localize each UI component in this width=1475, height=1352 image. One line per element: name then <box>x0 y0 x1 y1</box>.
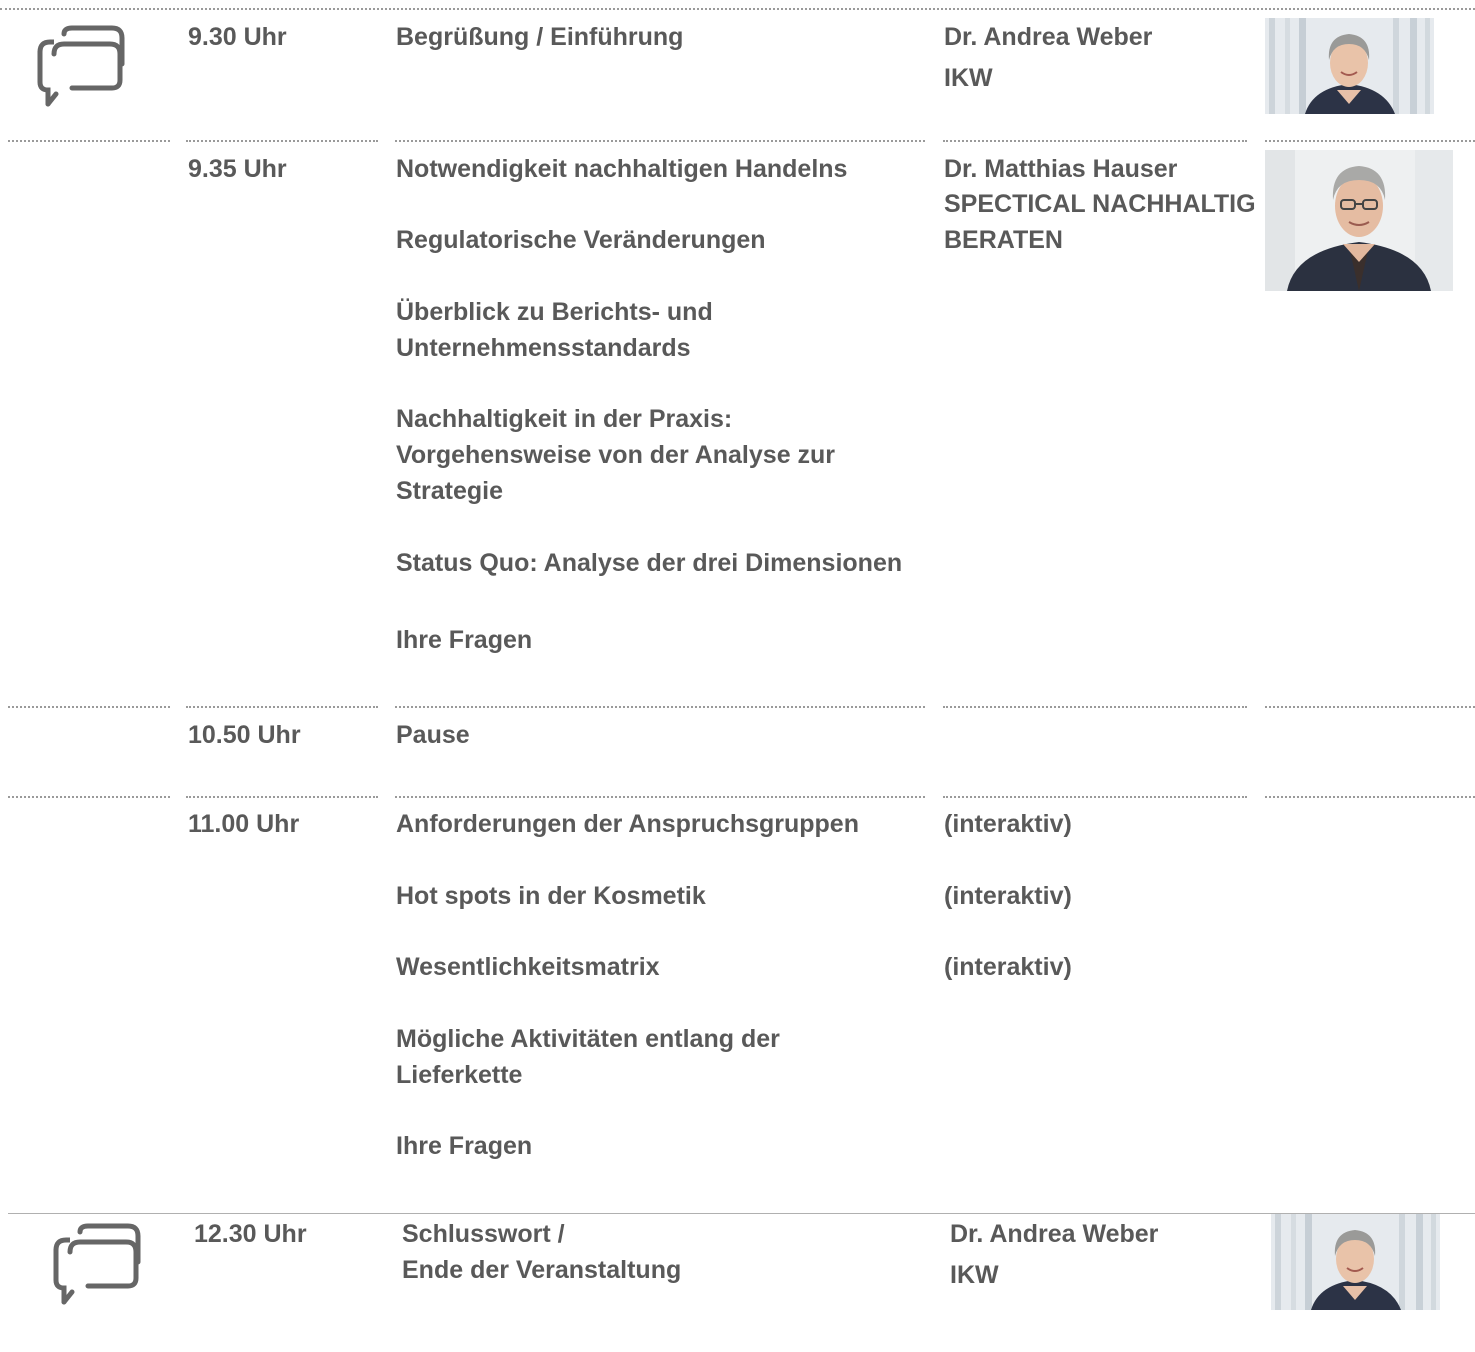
closing-divider <box>8 1213 1475 1214</box>
session-3-topic: Pause <box>396 721 470 749</box>
session-4-topic-1: Anforderungen der Anspruchsgruppen <box>396 810 859 838</box>
session-5-topic-line-2: Ende der Veranstaltung <box>402 1256 682 1284</box>
session-2-org-line-1: SPECTICAL NACHHALTIG <box>944 190 1256 218</box>
divider-col-speaker <box>943 796 1247 798</box>
session-2-topic-2: Regulatorische Veränderungen <box>396 226 766 254</box>
divider-col-icon <box>8 796 170 798</box>
chat-bubbles-icon <box>34 24 126 108</box>
divider-col-time <box>186 140 378 142</box>
session-2-topic-4-line-3: Strategie <box>396 477 503 505</box>
session-4-topic-3: Wesentlichkeitsmatrix <box>396 953 660 981</box>
speaker-photo-andrea-weber <box>1271 1214 1440 1310</box>
top-divider <box>0 8 1475 10</box>
session-1-speaker: Dr. Andrea Weber <box>944 23 1153 51</box>
chat-bubbles-icon <box>50 1222 142 1306</box>
session-4-note-1: (interaktiv) <box>944 810 1072 838</box>
session-2-topic-6: Ihre Fragen <box>396 626 533 654</box>
session-1-topic: Begrüßung / Einführung <box>396 23 684 51</box>
divider-col-photo <box>1265 796 1475 798</box>
session-5-speaker: Dr. Andrea Weber <box>950 1220 1159 1248</box>
session-2-topic-1: Notwendigkeit nachhaltigen Handelns <box>396 155 848 183</box>
session-4-topic-5: Ihre Fragen <box>396 1132 533 1160</box>
session-4-topic-4-line-1: Mögliche Aktivitäten entlang der <box>396 1025 780 1053</box>
session-2-speaker: Dr. Matthias Hauser <box>944 155 1178 183</box>
session-5-topic-line-1: Schlusswort / <box>402 1220 565 1248</box>
session-2-time: 9.35 Uhr <box>188 155 287 183</box>
divider-col-topic <box>395 796 925 798</box>
divider-col-photo <box>1265 140 1475 142</box>
session-3-time: 10.50 Uhr <box>188 721 301 749</box>
session-4-topic-2: Hot spots in der Kosmetik <box>396 882 706 910</box>
speaker-photo-andrea-weber <box>1265 18 1434 114</box>
session-1-time: 9.30 Uhr <box>188 23 287 51</box>
divider-col-speaker <box>943 140 1247 142</box>
session-5-org: IKW <box>950 1261 999 1289</box>
speaker-photo-matthias-hauser <box>1265 150 1453 291</box>
session-2-topic-5: Status Quo: Analyse der drei Dimensionen <box>396 549 903 577</box>
divider-col-speaker <box>943 706 1247 708</box>
divider-col-topic <box>395 706 925 708</box>
divider-col-photo <box>1265 706 1475 708</box>
session-2-topic-4-line-1: Nachhaltigkeit in der Praxis: <box>396 405 733 433</box>
session-1-org: IKW <box>944 64 993 92</box>
divider-col-icon <box>8 140 170 142</box>
divider-col-topic <box>395 140 925 142</box>
divider-col-time <box>186 796 378 798</box>
session-4-note-2: (interaktiv) <box>944 882 1072 910</box>
session-4-topic-4-line-2: Lieferkette <box>396 1061 523 1089</box>
session-2-topic-3-line-2: Unternehmensstandards <box>396 334 691 362</box>
session-2-topic-4-line-2: Vorgehensweise von der Analyse zur <box>396 441 836 469</box>
session-4-time: 11.00 Uhr <box>188 810 300 838</box>
session-2-topic-3-line-1: Überblick zu Berichts- und <box>396 298 713 326</box>
divider-col-icon <box>8 706 170 708</box>
session-5-time: 12.30 Uhr <box>194 1220 307 1248</box>
session-2-org-line-2: BERATEN <box>944 226 1063 254</box>
session-4-note-3: (interaktiv) <box>944 953 1072 981</box>
divider-col-time <box>186 706 378 708</box>
